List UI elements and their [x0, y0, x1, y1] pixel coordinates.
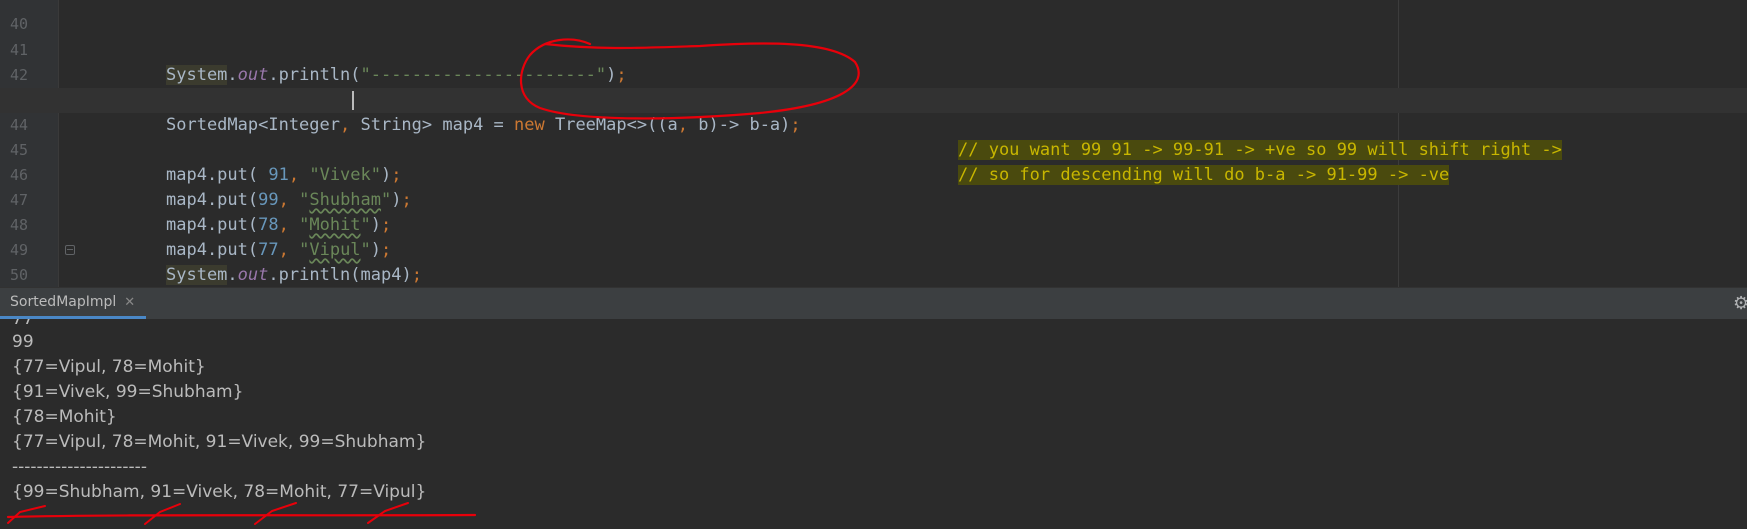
output-line: {91=Vivek, 99=Shubham}	[12, 382, 244, 402]
code-line[interactable]: 47 map4.put(78, "Mohit");	[0, 163, 1747, 235]
close-icon[interactable]: ✕	[124, 295, 135, 310]
output-line: {77=Vipul, 78=Mohit, 91=Vivek, 99=Shubha…	[12, 432, 427, 452]
output-line: 99	[12, 332, 34, 352]
code-line[interactable]: 50 }	[0, 238, 1747, 284]
code-line[interactable]: 45 map4.put( 91, "Vivek");	[0, 113, 1747, 185]
run-tool-window-tabbar: SortedMapImpl ✕ ⚙	[0, 287, 1747, 320]
code-line[interactable]: 48 map4.put(77, "Vipul");	[0, 188, 1747, 260]
fold-icon[interactable]	[65, 245, 75, 255]
text-caret	[352, 91, 354, 110]
code-line[interactable]: 42	[0, 38, 1747, 84]
code-line[interactable]: 41 System.out.println("-----------------…	[0, 13, 1747, 85]
output-line: ----------------------	[12, 457, 147, 477]
code-editor[interactable]: 40 41 System.out.println("--------------…	[0, 0, 1747, 287]
output-line: {77=Vipul, 78=Mohit}	[12, 357, 206, 377]
code-line[interactable]: 51 }	[0, 263, 1747, 287]
current-code-line[interactable]: 44 // so for descending will do b-a -> 9…	[0, 88, 1747, 185]
code-line[interactable]: 40	[0, 0, 1747, 33]
tab-sortedmapimpl[interactable]: SortedMapImpl ✕	[0, 288, 146, 319]
code-line[interactable]: 46 map4.put(99, "Shubham");	[0, 138, 1747, 210]
gear-icon[interactable]: ⚙	[1733, 295, 1747, 313]
tab-label: SortedMapImpl	[10, 294, 117, 310]
code-line[interactable]: 43 SortedMap<Integer, String> map4 = new…	[0, 63, 1747, 160]
code-line[interactable]: 49 System.out.println(map4);	[0, 213, 1747, 285]
console-output[interactable]: 77 99 {77=Vipul, 78=Mohit} {91=Vivek, 99…	[0, 319, 1747, 529]
output-line: {78=Mohit}	[12, 407, 117, 427]
output-line: {99=Shubham, 91=Vivek, 78=Mohit, 77=Vipu…	[12, 482, 427, 502]
